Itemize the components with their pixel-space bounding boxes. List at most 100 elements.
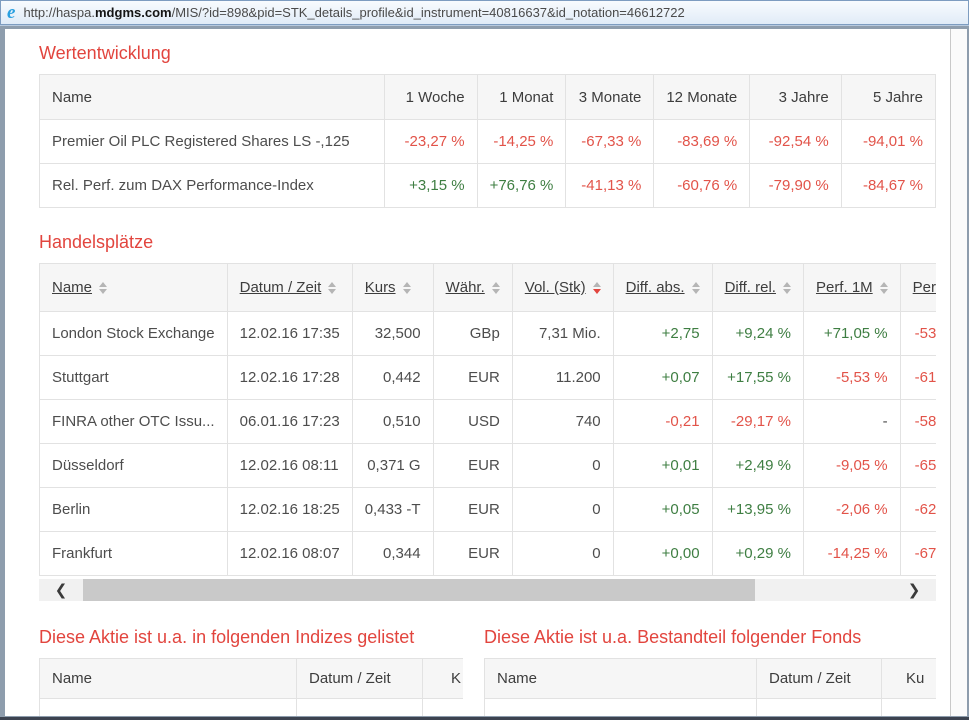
- scroll-left-button[interactable]: ❮: [39, 579, 83, 601]
- venue-price-cell: 0,442: [352, 356, 433, 400]
- venue-datetime-cell: 06.01.16 17:23: [227, 400, 352, 444]
- venue-name-cell: London Stock Exchange: [40, 312, 228, 356]
- venue-perf-next-cell: -62: [900, 488, 936, 532]
- venue-perf-1m-cell: -2,06 %: [803, 488, 900, 532]
- venue-currency-cell: EUR: [433, 488, 512, 532]
- venues-table-wrapper: Name Datum / Zeit Kurs Währ. Vol. (Stk) …: [39, 263, 936, 576]
- venue-diff-rel-cell: +0,29 %: [712, 532, 803, 576]
- url-prefix: http://haspa.: [23, 5, 95, 20]
- venue-currency-cell: EUR: [433, 444, 512, 488]
- venue-price-cell: 32,500: [352, 312, 433, 356]
- indices-table-wrapper: Name Datum / Zeit K FTSE 350 - OIL & GAS…: [39, 658, 463, 716]
- perf-value-cell: -60,76 %: [654, 164, 750, 208]
- perf-value-cell: -84,67 %: [841, 164, 935, 208]
- table-row: FTSE 350 - OIL & GAS -: [40, 699, 464, 717]
- venue-volume-cell: 0: [512, 444, 613, 488]
- vertical-scrollbar[interactable]: [951, 29, 967, 716]
- venue-diff-abs-cell: +2,75: [613, 312, 712, 356]
- venue-diff-rel-cell: +13,95 %: [712, 488, 803, 532]
- sort-header-perf-next[interactable]: Perf.: [900, 264, 936, 312]
- index-price-cell: [423, 699, 464, 717]
- venues-table: Name Datum / Zeit Kurs Währ. Vol. (Stk) …: [39, 263, 936, 576]
- scrollbar-thumb[interactable]: [83, 579, 755, 601]
- fund-datetime-cell: 12.02.16 08:00: [757, 699, 882, 717]
- indices-col-datetime: Datum / Zeit: [297, 659, 423, 699]
- sort-icon: [492, 282, 500, 294]
- sort-icon: [403, 282, 411, 294]
- scroll-right-button[interactable]: ❯: [892, 579, 936, 601]
- venue-perf-1m-cell: +71,05 %: [803, 312, 900, 356]
- venue-diff-abs-cell: +0,00: [613, 532, 712, 576]
- venue-name-cell: Frankfurt: [40, 532, 228, 576]
- ie-icon: e: [7, 3, 15, 22]
- perf-value-cell: -94,01 %: [841, 120, 935, 164]
- venue-price-cell: 0,433 -T: [352, 488, 433, 532]
- perf-value-cell: +76,76 %: [477, 164, 566, 208]
- chevron-right-icon: ❯: [908, 581, 921, 599]
- sort-header-perf-1m[interactable]: Perf. 1M: [803, 264, 900, 312]
- sort-header-diff-abs[interactable]: Diff. abs.: [613, 264, 712, 312]
- sort-header-price[interactable]: Kurs: [352, 264, 433, 312]
- sort-icon: [328, 282, 336, 294]
- perf-name-cell: Rel. Perf. zum DAX Performance-Index: [40, 164, 385, 208]
- venue-perf-next-cell: -58: [900, 400, 936, 444]
- fund-price-cell: 29,5: [882, 699, 937, 717]
- venue-diff-abs-cell: +0,01: [613, 444, 712, 488]
- index-datetime-cell: -: [297, 699, 423, 717]
- indices-section: Diese Aktie ist u.a. in folgenden Indize…: [39, 603, 463, 716]
- fund-name-cell: MONEGA ROHSTOFFE EUR: [485, 699, 757, 717]
- sort-icon: [880, 282, 888, 294]
- page-content: Wertentwicklung Name 1 Woche 1 Monat 3 M…: [5, 29, 951, 716]
- horizontal-scrollbar[interactable]: ❮ ❯: [39, 579, 936, 601]
- venue-volume-cell: 11.200: [512, 356, 613, 400]
- venue-diff-abs-cell: -0,21: [613, 400, 712, 444]
- table-row: FINRA other OTC Issu... 06.01.16 17:23 0…: [40, 400, 937, 444]
- venue-perf-1m-cell: -: [803, 400, 900, 444]
- venue-datetime-cell: 12.02.16 08:11: [227, 444, 352, 488]
- venue-perf-next-cell: -61: [900, 356, 936, 400]
- venues-header-row: Name Datum / Zeit Kurs Währ. Vol. (Stk) …: [40, 264, 937, 312]
- sort-header-currency[interactable]: Währ.: [433, 264, 512, 312]
- venue-diff-abs-cell: +0,05: [613, 488, 712, 532]
- perf-value-cell: -79,90 %: [750, 164, 841, 208]
- venue-diff-rel-cell: -29,17 %: [712, 400, 803, 444]
- perf-col-name: Name: [40, 75, 385, 120]
- table-row: Rel. Perf. zum DAX Performance-Index +3,…: [40, 164, 936, 208]
- venue-perf-next-cell: -65: [900, 444, 936, 488]
- sort-header-diff-rel[interactable]: Diff. rel.: [712, 264, 803, 312]
- venue-datetime-cell: 12.02.16 18:25: [227, 488, 352, 532]
- venue-name-cell: Berlin: [40, 488, 228, 532]
- venue-price-cell: 0,510: [352, 400, 433, 444]
- sort-header-datetime[interactable]: Datum / Zeit: [227, 264, 352, 312]
- perf-value-cell: -92,54 %: [750, 120, 841, 164]
- performance-section-title: Wertentwicklung: [39, 43, 950, 64]
- venue-price-cell: 0,371 G: [352, 444, 433, 488]
- chevron-left-icon: ❮: [55, 581, 68, 599]
- performance-header-row: Name 1 Woche 1 Monat 3 Monate 12 Monate …: [40, 75, 936, 120]
- sort-header-volume[interactable]: Vol. (Stk): [512, 264, 613, 312]
- perf-value-cell: -23,27 %: [385, 120, 477, 164]
- sort-header-name[interactable]: Name: [40, 264, 228, 312]
- perf-name-cell: Premier Oil PLC Registered Shares LS -,1…: [40, 120, 385, 164]
- funds-col-datetime: Datum / Zeit: [757, 659, 882, 699]
- venue-volume-cell: 0: [512, 488, 613, 532]
- funds-section: Diese Aktie ist u.a. Bestandteil folgend…: [484, 603, 936, 716]
- venue-name-cell: Stuttgart: [40, 356, 228, 400]
- venue-perf-1m-cell: -14,25 %: [803, 532, 900, 576]
- venue-datetime-cell: 12.02.16 08:07: [227, 532, 352, 576]
- address-bar[interactable]: e http://haspa.mdgms.com/MIS/?id=898&pid…: [0, 0, 969, 25]
- perf-value-cell: -14,25 %: [477, 120, 566, 164]
- scrollbar-track[interactable]: [83, 579, 892, 601]
- perf-col-1month: 1 Monat: [477, 75, 566, 120]
- venue-perf-next-cell: -67: [900, 532, 936, 576]
- venue-perf-1m-cell: -5,53 %: [803, 356, 900, 400]
- venue-currency-cell: EUR: [433, 356, 512, 400]
- venue-name-cell: FINRA other OTC Issu...: [40, 400, 228, 444]
- indices-table: Name Datum / Zeit K FTSE 350 - OIL & GAS…: [39, 658, 463, 716]
- table-row: London Stock Exchange 12.02.16 17:35 32,…: [40, 312, 937, 356]
- funds-section-title: Diese Aktie ist u.a. Bestandteil folgend…: [484, 627, 936, 648]
- perf-value-cell: +3,15 %: [385, 164, 477, 208]
- venue-currency-cell: GBp: [433, 312, 512, 356]
- venue-datetime-cell: 12.02.16 17:28: [227, 356, 352, 400]
- venue-volume-cell: 7,31 Mio.: [512, 312, 613, 356]
